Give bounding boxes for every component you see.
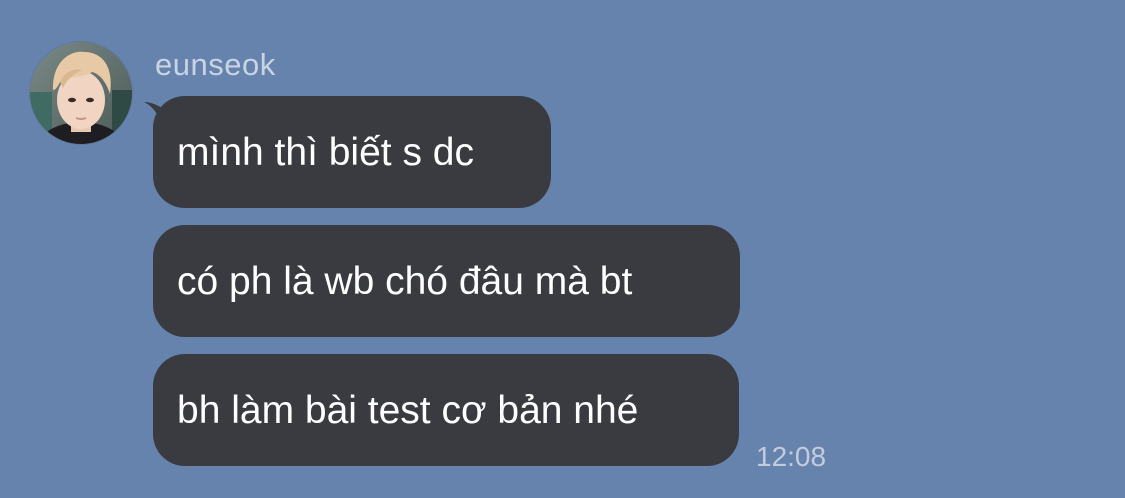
message-text: mình thì biết s dc [177, 130, 474, 174]
sender-avatar[interactable] [30, 42, 132, 144]
message-text: có ph là wb chó đâu mà bt [177, 259, 633, 303]
message-bubble[interactable]: có ph là wb chó đâu mà bt [153, 225, 740, 337]
sender-name: eunseok [155, 47, 276, 82]
message-bubble[interactable]: mình thì biết s dc [153, 96, 551, 208]
message-bubble[interactable]: bh làm bài test cơ bản nhé [153, 354, 739, 466]
user-photo-icon [30, 42, 132, 144]
message-timestamp: 12:08 [756, 441, 827, 472]
message-text: bh làm bài test cơ bản nhé [177, 388, 639, 432]
